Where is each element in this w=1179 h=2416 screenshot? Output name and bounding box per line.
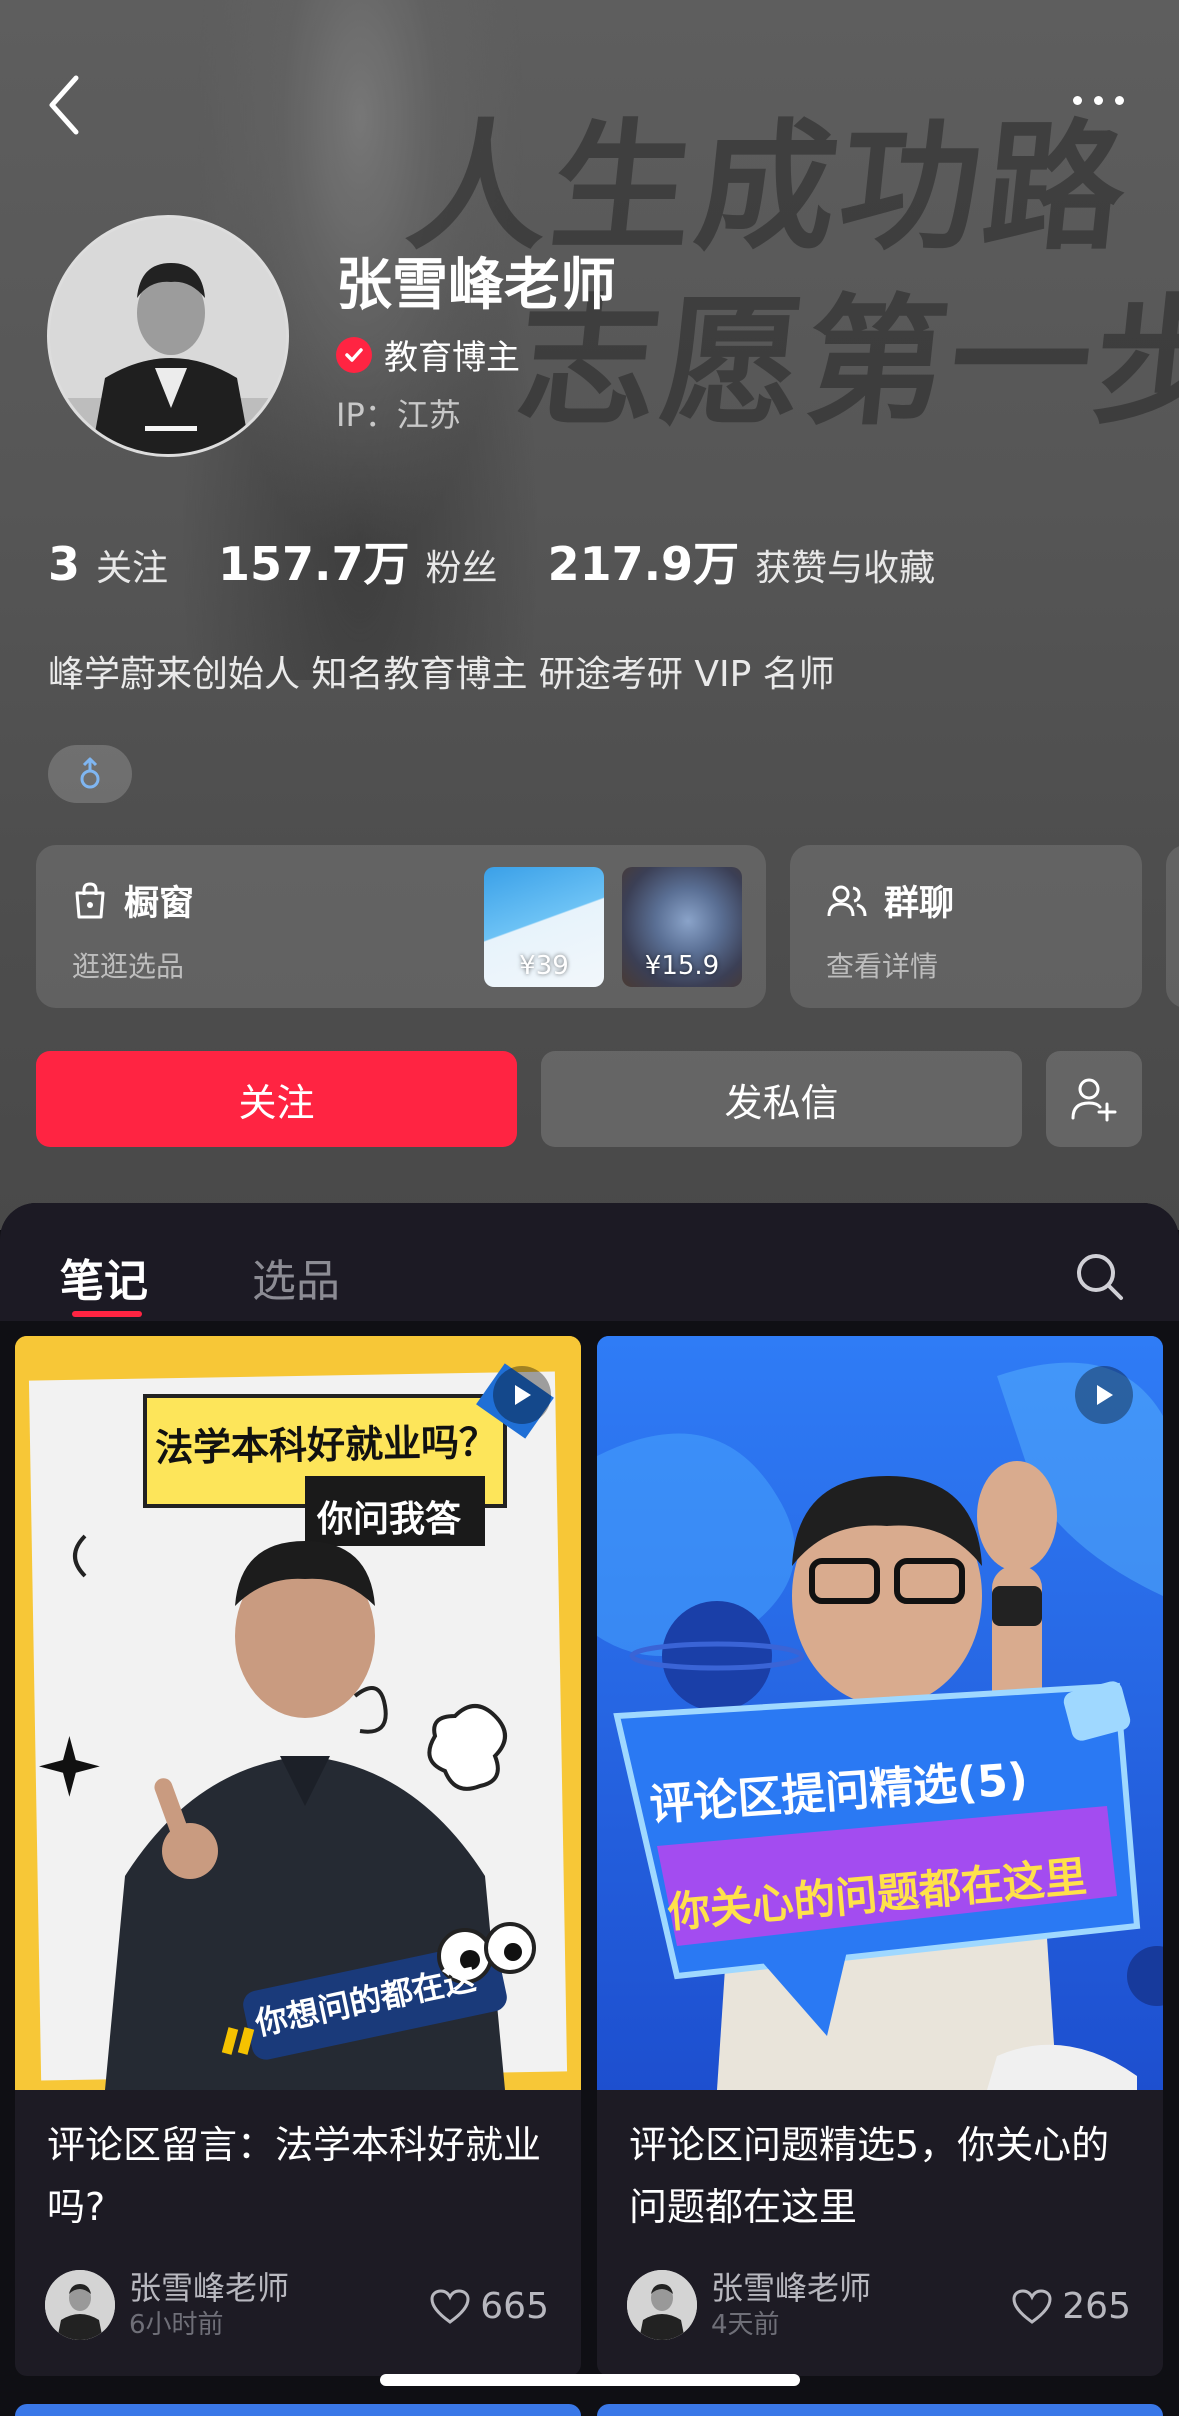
note-card[interactable]: 评论区提问精选(5) 你关心的问题都在这里 评论区问题精选5，你关心的问题都在这… <box>597 1336 1163 2376</box>
product-thumbnail[interactable]: ¥39 <box>484 867 604 987</box>
group-chat-title: 群聊 <box>826 875 954 926</box>
stat-followers[interactable]: 157.7万 粉丝 <box>218 528 498 594</box>
like-button[interactable]: 265 <box>1012 2286 1131 2327</box>
add-friend-button[interactable] <box>1046 1051 1142 1147</box>
shop-window-title: 橱窗 <box>72 875 194 926</box>
stat-label: 关注 <box>96 548 169 589</box>
next-note-peek <box>15 2404 581 2416</box>
group-chat-card[interactable]: 群聊 查看详情 <box>790 845 1142 1008</box>
male-icon <box>80 757 100 789</box>
like-count: 665 <box>480 2286 549 2327</box>
product-price: ¥39 <box>519 951 569 981</box>
post-time: 4天前 <box>711 2310 780 2340</box>
video-badge <box>493 1366 551 1424</box>
stat-label: 获赞与收藏 <box>755 548 936 589</box>
verified-check-icon <box>336 336 372 373</box>
group-users-icon <box>827 885 867 916</box>
play-icon <box>1097 1385 1113 1405</box>
note-card[interactable]: 法学本科好就业吗？ 你问我答 你想问的都在这 评论区留言：法学本科好就业吗? 张… <box>15 1336 581 2376</box>
post-time: 6小时前 <box>129 2310 224 2340</box>
next-note-peek <box>597 2404 1163 2416</box>
more-dot-icon <box>1093 95 1103 105</box>
more-button[interactable] <box>1060 80 1136 120</box>
tab-bar: 笔记 选品 <box>0 1203 1179 1321</box>
shop-window-card[interactable]: 橱窗 逛逛选品 ¥39 ¥15.9 <box>36 845 766 1008</box>
product-price: ¥15.9 <box>644 951 720 981</box>
stat-label: 粉丝 <box>425 548 498 589</box>
verification-badge[interactable]: 教育博主 <box>336 330 520 379</box>
like-button[interactable]: 665 <box>430 2286 549 2327</box>
note-cover-headline: 法学本科好就业吗？ <box>154 1420 498 1470</box>
shop-window-label: 橱窗 <box>124 884 195 924</box>
stat-value: 157.7万 <box>218 537 410 591</box>
note-author[interactable]: 张雪峰老师 4天前 <box>627 2268 871 2342</box>
back-button[interactable] <box>42 70 92 140</box>
search-icon <box>1077 1254 1123 1300</box>
ip-location: IP：江苏 <box>336 390 461 436</box>
active-tab-indicator <box>72 1311 142 1317</box>
add-user-icon <box>1071 1078 1117 1122</box>
profile-header: 人生成功路 志愿第一步 张雪峰老师 教育博主 IP：江苏 3 关注 157.7万… <box>0 0 1179 1230</box>
heart-icon <box>430 2288 470 2324</box>
chevron-left-icon <box>49 75 79 135</box>
shop-window-subtitle: 逛逛选品 <box>72 950 185 983</box>
note-title: 评论区留言：法学本科好就业吗? <box>47 2123 542 2229</box>
author-avatar <box>45 2270 115 2340</box>
note-cover: 法学本科好就业吗？ 你问我答 你想问的都在这 <box>15 1336 581 2090</box>
profile-bio: 峰学蔚来创始人 知名教育博主 研途考研 VIP 名师 <box>48 654 835 695</box>
author-avatar <box>627 2270 697 2340</box>
stat-likes-collects[interactable]: 217.9万 获赞与收藏 <box>548 528 936 594</box>
more-dot-icon <box>1072 95 1082 105</box>
note-author[interactable]: 张雪峰老师 6小时前 <box>45 2268 289 2342</box>
stat-following[interactable]: 3 关注 <box>48 537 168 591</box>
avatar-portrait <box>50 218 286 454</box>
message-button[interactable]: 发私信 <box>541 1051 1022 1147</box>
tab-notes[interactable]: 笔记 <box>60 1245 148 1309</box>
play-icon <box>515 1385 531 1405</box>
gender-tag <box>48 745 132 803</box>
follow-button[interactable]: 关注 <box>36 1051 517 1147</box>
product-thumbnail[interactable]: ¥15.9 <box>622 867 742 987</box>
ip-label: IP： <box>336 396 397 434</box>
home-indicator[interactable] <box>380 2374 800 2386</box>
note-cover: 评论区提问精选(5) 你关心的问题都在这里 <box>597 1336 1163 2090</box>
author-name: 张雪峰老师 <box>129 2269 290 2307</box>
avatar[interactable] <box>47 215 289 457</box>
profile-stats: 3 关注 157.7万 粉丝 217.9万 获赞与收藏 <box>48 528 985 594</box>
video-badge <box>1075 1366 1133 1424</box>
heart-icon <box>1012 2288 1052 2324</box>
verification-label: 教育博主 <box>384 338 520 378</box>
ip-region: 江苏 <box>396 396 461 434</box>
like-count: 265 <box>1062 2286 1131 2327</box>
note-title: 评论区问题精选5，你关心的问题都在这里 <box>629 2123 1110 2229</box>
stat-value: 217.9万 <box>547 537 740 591</box>
more-dot-icon <box>1114 95 1124 105</box>
search-button[interactable] <box>1072 1249 1128 1305</box>
shopping-bag-icon <box>75 881 105 918</box>
author-name: 张雪峰老师 <box>711 2269 872 2307</box>
tab-picks[interactable]: 选品 <box>252 1245 340 1309</box>
group-chat-subtitle: 查看详情 <box>826 950 939 983</box>
group-chat-label: 群聊 <box>884 884 955 924</box>
note-cover-subheadline: 你问我答 <box>317 1499 462 1540</box>
profile-name: 张雪峰老师 <box>336 253 616 318</box>
next-card-peek[interactable] <box>1166 845 1179 1008</box>
note-cover-art <box>597 1336 1163 2090</box>
stat-value: 3 <box>48 537 81 591</box>
